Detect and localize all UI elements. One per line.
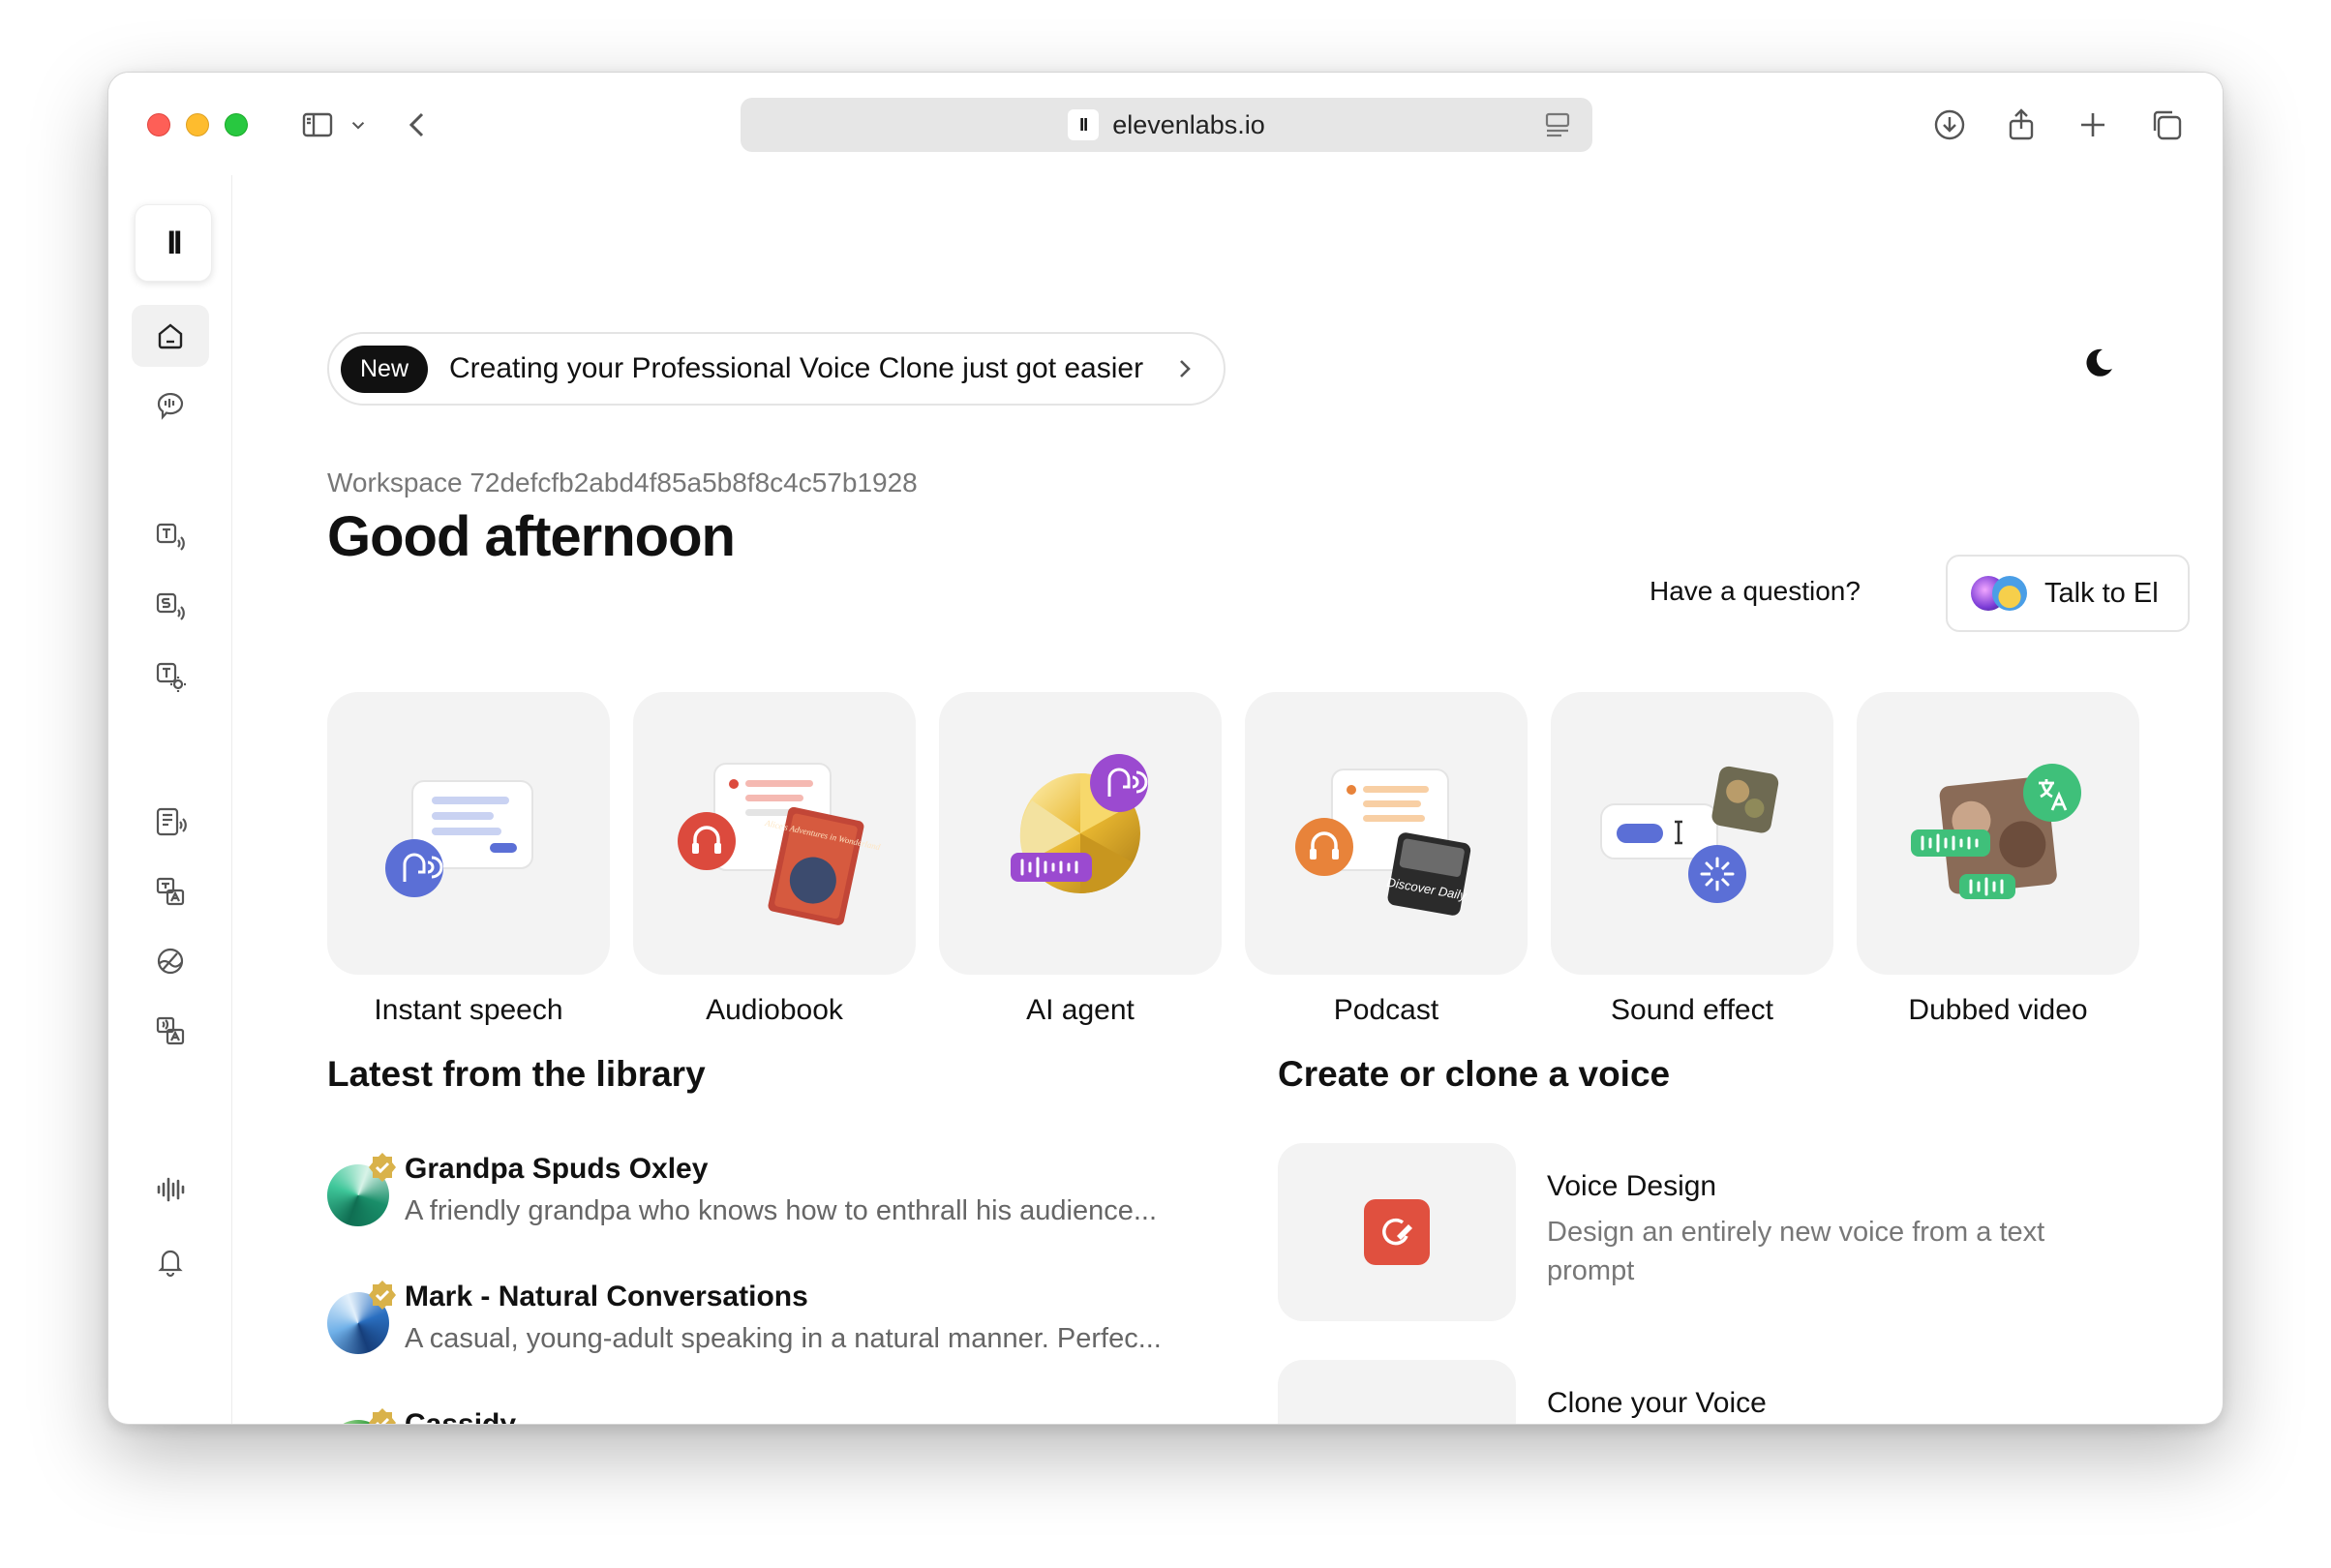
app-sidebar: II (108, 175, 232, 1424)
main-content: New Creating your Professional Voice Clo… (232, 175, 2223, 1424)
sidebar-item-text-to-speech[interactable] (132, 506, 209, 568)
agent-orb-icon (1971, 576, 2027, 611)
speech-to-speech-icon (156, 592, 185, 620)
voice-design-icon (1364, 1199, 1430, 1265)
waveform-icon (157, 1177, 185, 1202)
sidebar-item-waveform[interactable] (132, 1159, 209, 1221)
voice-design-title: Voice Design (1547, 1170, 1717, 1202)
voice-name: Cassidy (405, 1408, 517, 1425)
clone-voice-icon (1336, 1414, 1462, 1425)
sidebar-toggle-icon[interactable] (298, 106, 337, 144)
sidebar-item-dubbing[interactable] (132, 860, 209, 922)
clone-voice-title: Clone your Voice (1547, 1387, 1767, 1419)
voiceover-icon (156, 1016, 185, 1045)
sidebar-item-voices[interactable] (132, 375, 209, 437)
sidebar-item-voice-isolator[interactable] (132, 930, 209, 992)
card-ai-agent[interactable]: AI agent (939, 692, 1222, 1027)
verified-badge-icon (369, 1153, 396, 1182)
library-item[interactable]: Grandpa Spuds Oxley A friendly grandpa w… (327, 1151, 1198, 1267)
voice-name: Grandpa Spuds Oxley (405, 1153, 709, 1185)
library-section-title: Latest from the library (327, 1054, 706, 1094)
card-audiobook[interactable]: Alice's Adventures in Wonderland Audiobo… (633, 692, 916, 1027)
voice-name: Mark - Natural Conversations (405, 1281, 808, 1312)
sidebar-item-voiceover[interactable] (132, 1000, 209, 1062)
card-podcast[interactable]: Discover Daily Podcast (1245, 692, 1528, 1027)
tab-overview-icon[interactable] (2147, 106, 2186, 144)
dubbed-video-illustration (1857, 692, 2139, 975)
verified-badge-icon (369, 1281, 396, 1310)
ai-agent-illustration (939, 692, 1222, 975)
workspace-label: Workspace 72defcfb2abd4f85a5b8f8c4c57b19… (327, 467, 918, 498)
podcast-illustration: Discover Daily (1245, 692, 1528, 975)
instant-speech-illustration (327, 692, 610, 975)
sidebar-item-home[interactable] (132, 305, 209, 367)
voice-description: A casual, young-adult speaking in a natu… (405, 1323, 1162, 1354)
text-to-speech-icon (156, 523, 185, 551)
elevenlabs-logo[interactable]: II (135, 204, 212, 282)
sidebar-item-speech-to-speech[interactable] (132, 576, 209, 638)
voice-section-title: Create or clone a voice (1278, 1054, 1671, 1094)
sidebar-item-sound-effects[interactable] (132, 646, 209, 708)
home-icon (158, 323, 183, 349)
voice-design-card[interactable]: Voice Design Design an entirely new voic… (1278, 1143, 2130, 1327)
chevron-down-icon[interactable] (345, 106, 372, 144)
address-bar[interactable]: II elevenlabs.io (741, 98, 1592, 152)
download-icon[interactable] (1930, 106, 1969, 144)
chevron-right-icon (1180, 360, 1191, 377)
bell-icon (158, 1250, 183, 1278)
new-badge: New (341, 345, 429, 393)
page-title: Good afternoon (327, 505, 736, 568)
question-label: Have a question? (1650, 576, 1861, 606)
browser-toolbar: II elevenlabs.io (108, 73, 2223, 175)
quick-actions: Instant speech Alice's Adventures in Won… (327, 692, 2139, 1040)
share-icon[interactable] (2002, 106, 2041, 144)
card-dubbed-video[interactable]: Dubbed video (1857, 692, 2139, 1027)
reader-mode-icon[interactable] (1542, 109, 1573, 140)
verified-badge-icon (369, 1408, 396, 1424)
announcement-text: Creating your Professional Voice Clone j… (449, 352, 1144, 384)
sound-effects-icon (156, 662, 186, 692)
dark-mode-toggle-icon[interactable] (2081, 346, 2116, 380)
new-tab-icon[interactable] (2074, 106, 2112, 144)
voice-isolator-icon (157, 948, 184, 975)
translate-icon (156, 877, 185, 906)
voice-design-tile (1278, 1143, 1516, 1321)
clone-voice-tile (1278, 1360, 1516, 1425)
voice-description: A friendly grandpa who knows how to enth… (405, 1195, 1158, 1226)
announcement-banner[interactable]: New Creating your Professional Voice Clo… (327, 332, 1226, 406)
site-favicon: II (1068, 109, 1100, 140)
browser-window: II elevenlabs.io II New Creating your Pr… (107, 72, 2224, 1425)
zoom-window-button[interactable] (225, 113, 248, 136)
sidebar-item-projects[interactable] (132, 791, 209, 853)
library-item[interactable]: Mark - Natural Conversations A casual, y… (327, 1279, 1198, 1395)
document-audio-icon (156, 807, 187, 836)
sound-effect-illustration (1551, 692, 1833, 975)
audiobook-illustration: Alice's Adventures in Wonderland (633, 692, 916, 975)
url-text: elevenlabs.io (1112, 109, 1265, 139)
card-sound-effect[interactable]: Sound effect (1551, 692, 1833, 1027)
minimize-window-button[interactable] (186, 113, 209, 136)
close-window-button[interactable] (147, 113, 170, 136)
back-icon[interactable] (399, 106, 438, 144)
voice-design-description: Design an entirely new voice from a text… (1547, 1217, 2045, 1286)
card-instant-speech[interactable]: Instant speech (327, 692, 610, 1027)
speech-bubble-icon (157, 393, 184, 420)
talk-to-el-button[interactable]: Talk to El (1946, 555, 2190, 632)
clone-voice-card[interactable]: Clone your Voice (1278, 1360, 2130, 1425)
library-item[interactable]: Cassidy (327, 1406, 1198, 1425)
sidebar-item-notifications[interactable] (132, 1230, 209, 1292)
